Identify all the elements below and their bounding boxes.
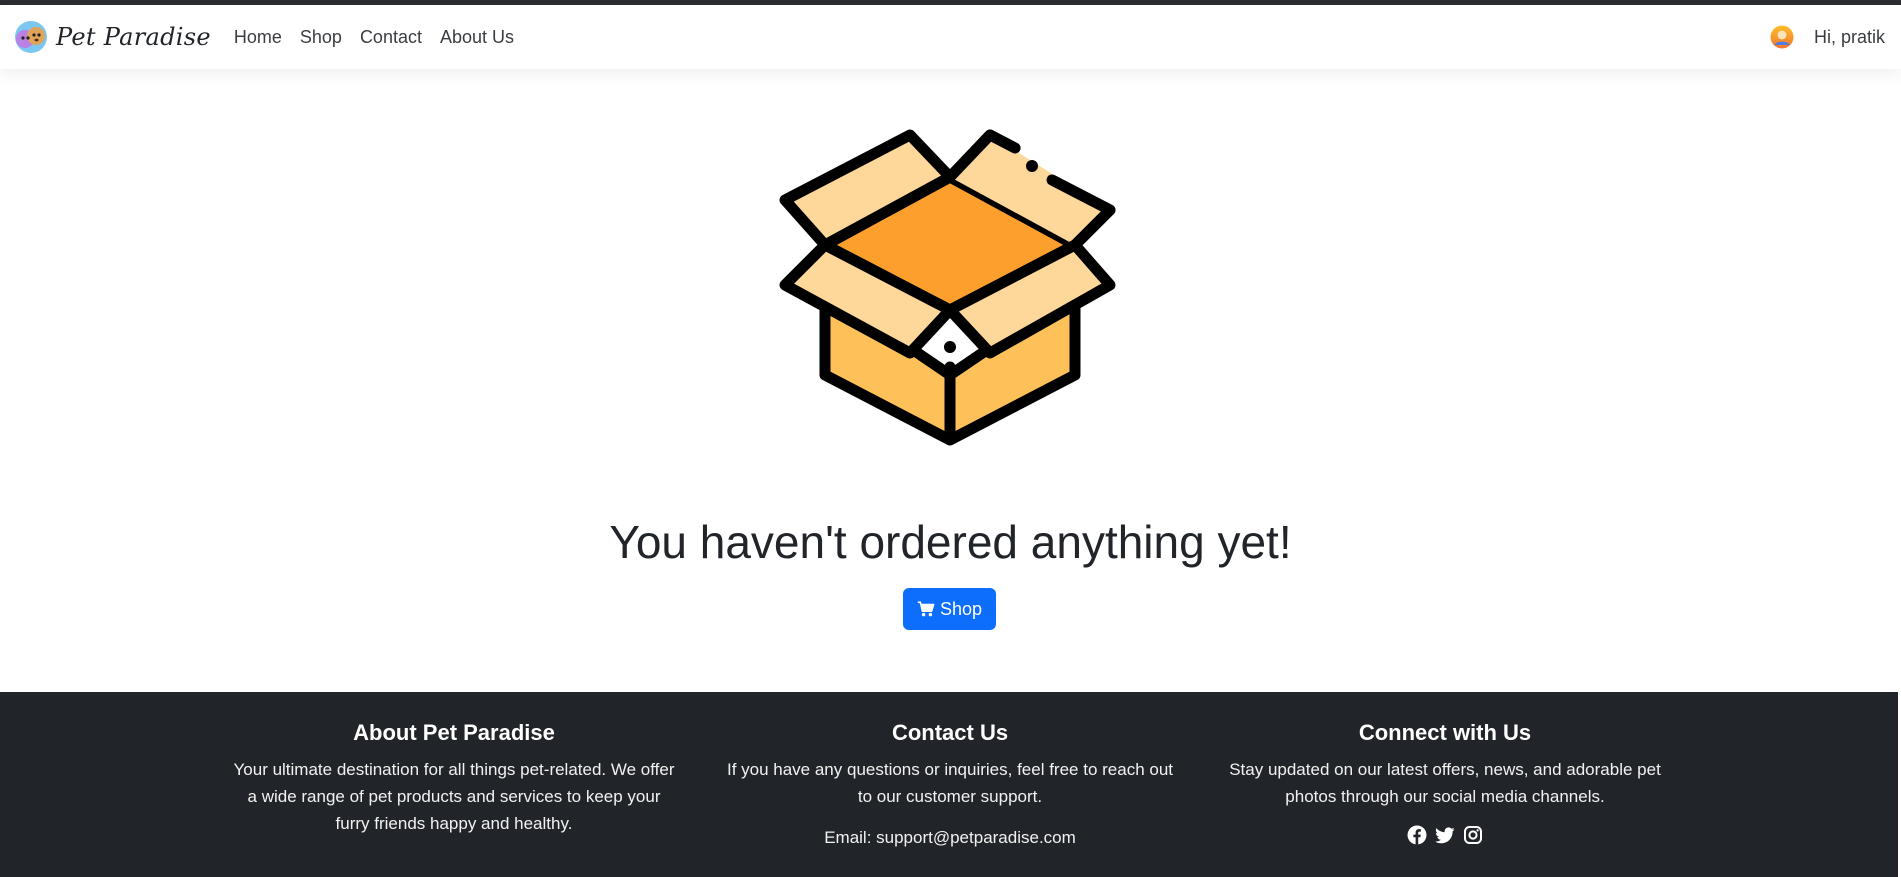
user-menu: Hi, pratik [1770, 25, 1885, 49]
brand-name: Pet Paradise [56, 23, 211, 51]
pet-logo-icon [15, 21, 47, 53]
twitter-icon[interactable] [1435, 825, 1455, 845]
facebook-icon[interactable] [1407, 825, 1427, 845]
footer-contact-email: Email: support@petparadise.com [824, 828, 1076, 847]
footer-about-title: About Pet Paradise [353, 720, 555, 745]
nav-links: Home Shop Contact About Us [225, 27, 523, 48]
social-links [1210, 825, 1680, 845]
footer-contact-text: If you have any questions or inquiries, … [726, 760, 1174, 806]
footer-contact-section: Contact Us If you have any questions or … [720, 720, 1180, 851]
user-greeting[interactable]: Hi, pratik [1814, 27, 1885, 48]
footer-connect-text: Stay updated on our latest offers, news,… [1229, 760, 1661, 806]
footer: About Pet Paradise Your ultimate destina… [0, 692, 1898, 877]
nav-link-contact[interactable]: Contact [351, 27, 431, 48]
footer-about-text: Your ultimate destination for all things… [233, 760, 675, 833]
brand[interactable]: Pet Paradise [14, 20, 211, 54]
navbar: Pet Paradise Home Shop Contact About Us … [0, 5, 1901, 69]
nav-link-shop[interactable]: Shop [291, 27, 351, 48]
shop-button-label: Shop [939, 598, 983, 619]
avatar[interactable] [1770, 25, 1794, 49]
footer-about-section: About Pet Paradise Your ultimate destina… [233, 720, 675, 837]
footer-contact-title: Contact Us [891, 720, 1009, 745]
footer-connect-title: Connect with Us [1358, 720, 1532, 745]
instagram-icon[interactable] [1463, 825, 1483, 845]
cart-icon [917, 601, 935, 617]
nav-link-home[interactable]: Home [225, 27, 291, 48]
shop-button[interactable]: Shop [903, 588, 996, 630]
nav-link-about-us[interactable]: About Us [431, 27, 523, 48]
open-box-icon [779, 129, 1116, 446]
empty-orders-message: You haven't ordered anything yet! [609, 516, 1292, 568]
footer-connect-section: Connect with Us Stay updated on our late… [1210, 720, 1680, 845]
